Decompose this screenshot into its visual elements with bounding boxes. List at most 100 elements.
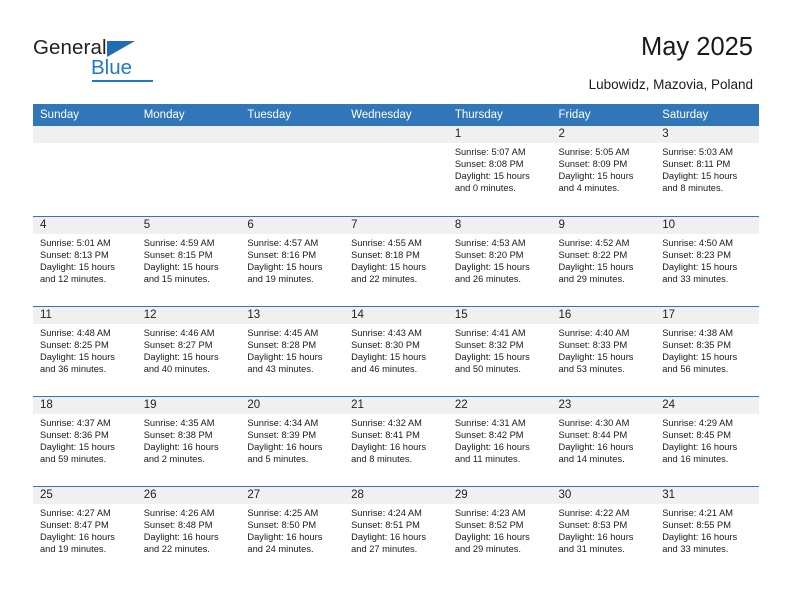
weekday-header-sunday: Sunday xyxy=(33,104,137,126)
calendar-day-cell[interactable]: 17 Sunrise: 4:38 AM Sunset: 8:35 PM Dayligh… xyxy=(655,305,759,396)
calendar-day-cell[interactable]: 2 Sunrise: 5:05 AM Sunset: 8:09 PM Daylight… xyxy=(551,126,656,216)
day-details: Sunrise: 4:22 AM Sunset: 8:53 PM Daylight:… xyxy=(552,504,656,555)
calendar-day-cell[interactable]: 22 Sunrise: 4:31 AM Sunset: 8:42 PM Dayligh… xyxy=(447,395,552,486)
day-details: Sunrise: 4:31 AM Sunset: 8:42 PM Daylight:… xyxy=(448,414,552,465)
daylight-text: Daylight: 15 hours and 19 minutes. xyxy=(247,261,323,284)
sunrise-text: Sunrise: 5:01 AM xyxy=(40,237,111,248)
calendar-day-cell[interactable]: 26 Sunrise: 4:26 AM Sunset: 8:48 PM Dayligh… xyxy=(136,485,241,576)
day-number: 4 xyxy=(33,216,137,234)
day-details: Sunrise: 4:50 AM Sunset: 8:23 PM Daylight:… xyxy=(655,234,759,285)
calendar-day-cell[interactable]: 31 Sunrise: 4:21 AM Sunset: 8:55 PM Dayligh… xyxy=(655,485,759,576)
calendar-day-cell[interactable]: 10 Sunrise: 4:50 AM Sunset: 8:23 PM Dayligh… xyxy=(655,215,759,306)
sunrise-text: Sunrise: 4:52 AM xyxy=(558,237,630,248)
calendar-day-cell[interactable]: 23 Sunrise: 4:30 AM Sunset: 8:44 PM Dayligh… xyxy=(551,395,656,486)
day-details: Sunrise: 4:46 AM Sunset: 8:27 PM Daylight:… xyxy=(137,324,241,375)
day-number: 31 xyxy=(655,486,759,504)
calendar-day-cell[interactable]: 12 Sunrise: 4:46 AM Sunset: 8:27 PM Dayligh… xyxy=(136,305,241,396)
daylight-text: Daylight: 15 hours and 12 minutes. xyxy=(40,261,115,284)
sunset-text: Sunset: 8:15 PM xyxy=(143,249,213,260)
day-number: 7 xyxy=(344,216,448,234)
day-number: 5 xyxy=(136,216,241,234)
day-details: Sunrise: 4:37 AM Sunset: 8:36 PM Daylight:… xyxy=(33,414,137,465)
sunrise-text: Sunrise: 4:26 AM xyxy=(143,507,215,518)
calendar-day-cell[interactable]: 8 Sunrise: 4:53 AM Sunset: 8:20 PM Daylight… xyxy=(447,215,552,306)
day-details: Sunrise: 5:07 AM Sunset: 8:08 PM Daylight:… xyxy=(448,143,552,194)
page-header: General Blue May 2025 Lubowidz, Mazovia,… xyxy=(0,0,792,103)
calendar-head: Sunday Monday Tuesday Wednesday Thursday… xyxy=(33,104,759,126)
sunrise-text: Sunrise: 4:45 AM xyxy=(247,327,319,338)
day-number: 29 xyxy=(447,486,552,504)
weekday-header-monday: Monday xyxy=(136,104,241,126)
sunset-text: Sunset: 8:41 PM xyxy=(351,429,420,440)
sunset-text: Sunset: 8:27 PM xyxy=(143,339,213,350)
day-details: Sunrise: 4:59 AM Sunset: 8:15 PM Daylight:… xyxy=(137,234,241,285)
sunset-text: Sunset: 8:20 PM xyxy=(454,249,524,260)
calendar-day-cell[interactable]: 15 Sunrise: 4:41 AM Sunset: 8:32 PM Dayligh… xyxy=(447,305,552,396)
calendar-page: General Blue May 2025 Lubowidz, Mazovia,… xyxy=(0,0,792,612)
day-details: Sunrise: 4:48 AM Sunset: 8:25 PM Daylight:… xyxy=(33,324,137,375)
day-details: Sunrise: 4:26 AM Sunset: 8:48 PM Daylight:… xyxy=(137,504,241,555)
calendar-day-cell[interactable]: 29 Sunrise: 4:23 AM Sunset: 8:52 PM Dayligh… xyxy=(447,485,552,576)
calendar-day-cell[interactable]: 4 Sunrise: 5:01 AM Sunset: 8:13 PM Daylight… xyxy=(33,215,137,306)
weekday-header-saturday: Saturday xyxy=(655,104,759,126)
calendar-day-cell-empty xyxy=(33,126,137,216)
sunrise-text: Sunrise: 4:34 AM xyxy=(247,417,319,428)
sunrise-text: Sunrise: 4:46 AM xyxy=(143,327,215,338)
calendar-day-cell[interactable]: 25 Sunrise: 4:27 AM Sunset: 8:47 PM Dayligh… xyxy=(33,485,137,576)
calendar-day-cell[interactable]: 28 Sunrise: 4:24 AM Sunset: 8:51 PM Dayligh… xyxy=(344,485,448,576)
day-number: 9 xyxy=(551,216,656,234)
sunset-text: Sunset: 8:38 PM xyxy=(143,429,213,440)
day-number: 25 xyxy=(33,486,137,504)
page-title: May 2025 xyxy=(641,33,753,61)
calendar-day-cell[interactable]: 13 Sunrise: 4:45 AM Sunset: 8:28 PM Dayligh… xyxy=(240,305,345,396)
day-number xyxy=(136,126,241,143)
day-number: 30 xyxy=(551,486,656,504)
day-number: 15 xyxy=(447,306,552,324)
day-details: Sunrise: 4:40 AM Sunset: 8:33 PM Daylight:… xyxy=(552,324,656,375)
daylight-text: Daylight: 16 hours and 22 minutes. xyxy=(143,531,219,554)
day-details: Sunrise: 5:03 AM Sunset: 8:11 PM Daylight:… xyxy=(655,143,759,194)
daylight-text: Daylight: 15 hours and 22 minutes. xyxy=(351,261,427,284)
calendar-week-row: 4 Sunrise: 5:01 AM Sunset: 8:13 PM Daylight… xyxy=(33,215,759,306)
daylight-text: Daylight: 16 hours and 27 minutes. xyxy=(351,531,427,554)
calendar-day-cell[interactable]: 9 Sunrise: 4:52 AM Sunset: 8:22 PM Daylight… xyxy=(551,215,656,306)
calendar-day-cell[interactable]: 24 Sunrise: 4:29 AM Sunset: 8:45 PM Dayligh… xyxy=(655,395,759,486)
daylight-text: Daylight: 15 hours and 4 minutes. xyxy=(558,171,634,194)
triangle-icon xyxy=(107,41,135,57)
calendar-day-cell[interactable]: 7 Sunrise: 4:55 AM Sunset: 8:18 PM Daylight… xyxy=(344,215,448,306)
calendar-day-cell[interactable]: 18 Sunrise: 4:37 AM Sunset: 8:36 PM Dayligh… xyxy=(33,395,137,486)
calendar-week-row: 18 Sunrise: 4:37 AM Sunset: 8:36 PM Dayligh… xyxy=(33,395,759,486)
sunrise-text: Sunrise: 4:55 AM xyxy=(351,237,422,248)
sunset-text: Sunset: 8:55 PM xyxy=(662,519,731,530)
calendar-day-cell[interactable]: 20 Sunrise: 4:34 AM Sunset: 8:39 PM Dayligh… xyxy=(240,395,345,486)
day-number: 8 xyxy=(447,216,552,234)
calendar-day-cell[interactable]: 14 Sunrise: 4:43 AM Sunset: 8:30 PM Dayligh… xyxy=(344,305,448,396)
sunrise-text: Sunrise: 4:30 AM xyxy=(558,417,630,428)
daylight-text: Daylight: 16 hours and 5 minutes. xyxy=(247,441,323,464)
calendar-day-cell[interactable]: 11 Sunrise: 4:48 AM Sunset: 8:25 PM Dayligh… xyxy=(33,305,137,396)
daylight-text: Daylight: 16 hours and 14 minutes. xyxy=(558,441,634,464)
daylight-text: Daylight: 16 hours and 33 minutes. xyxy=(662,531,738,554)
calendar-day-cell[interactable]: 27 Sunrise: 4:25 AM Sunset: 8:50 PM Dayligh… xyxy=(240,485,345,576)
day-details: Sunrise: 5:01 AM Sunset: 8:13 PM Daylight:… xyxy=(33,234,137,285)
day-details: Sunrise: 4:29 AM Sunset: 8:45 PM Daylight:… xyxy=(655,414,759,465)
day-details: Sunrise: 4:25 AM Sunset: 8:50 PM Daylight:… xyxy=(240,504,344,555)
calendar-day-cell[interactable]: 16 Sunrise: 4:40 AM Sunset: 8:33 PM Dayligh… xyxy=(551,305,656,396)
general-blue-logo[interactable]: General Blue xyxy=(33,37,193,86)
calendar-day-cell[interactable]: 3 Sunrise: 5:03 AM Sunset: 8:11 PM Daylight… xyxy=(655,126,759,216)
sunset-text: Sunset: 8:22 PM xyxy=(558,249,628,260)
day-details: Sunrise: 4:34 AM Sunset: 8:39 PM Daylight:… xyxy=(240,414,344,465)
day-number: 23 xyxy=(551,396,656,414)
calendar-day-cell[interactable]: 21 Sunrise: 4:32 AM Sunset: 8:41 PM Dayligh… xyxy=(344,395,448,486)
calendar-day-cell[interactable]: 1 Sunrise: 5:07 AM Sunset: 8:08 PM Daylight… xyxy=(447,126,552,216)
calendar-day-cell[interactable]: 19 Sunrise: 4:35 AM Sunset: 8:38 PM Dayligh… xyxy=(136,395,241,486)
calendar-day-cell[interactable]: 5 Sunrise: 4:59 AM Sunset: 8:15 PM Daylight… xyxy=(136,215,241,306)
calendar-day-cell[interactable]: 30 Sunrise: 4:22 AM Sunset: 8:53 PM Dayligh… xyxy=(551,485,656,576)
sunset-text: Sunset: 8:23 PM xyxy=(662,249,731,260)
sunset-text: Sunset: 8:52 PM xyxy=(454,519,524,530)
weekday-header-thursday: Thursday xyxy=(447,104,552,126)
sunset-text: Sunset: 8:30 PM xyxy=(351,339,420,350)
daylight-text: Daylight: 16 hours and 2 minutes. xyxy=(143,441,219,464)
calendar-day-cell[interactable]: 6 Sunrise: 4:57 AM Sunset: 8:16 PM Daylight… xyxy=(240,215,345,306)
day-number xyxy=(33,126,137,143)
